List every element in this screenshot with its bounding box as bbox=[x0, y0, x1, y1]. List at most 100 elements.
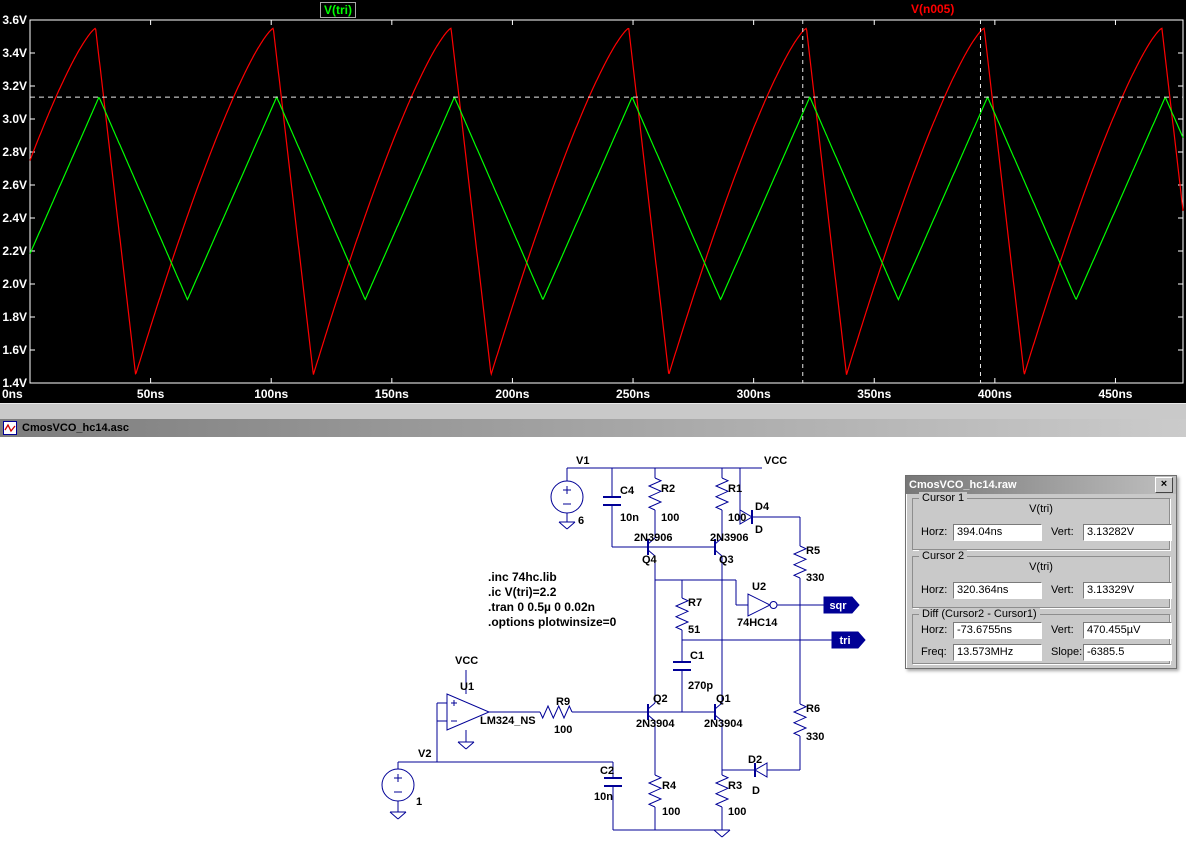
x-axis-tick-label[interactable]: 450ns bbox=[1098, 387, 1132, 401]
trace-V(tri)[interactable] bbox=[29, 95, 1184, 302]
ground-symbol[interactable] bbox=[389, 811, 407, 820]
schematic-text[interactable]: 74HC14 bbox=[737, 617, 778, 629]
y-axis-tick-label[interactable]: 2.0V bbox=[2, 277, 27, 291]
schematic-text[interactable]: 100 bbox=[728, 806, 746, 818]
x-axis-tick-label[interactable]: 0ns bbox=[2, 387, 23, 401]
schematic-text[interactable]: R2 bbox=[661, 483, 675, 495]
x-axis-tick-label[interactable]: 250ns bbox=[616, 387, 650, 401]
x-axis-tick-label[interactable]: 400ns bbox=[978, 387, 1012, 401]
schematic-text[interactable]: VCC bbox=[764, 455, 787, 467]
ground-symbol[interactable] bbox=[558, 521, 576, 530]
schematic-text[interactable]: 2N3906 bbox=[710, 532, 749, 544]
ground-symbol[interactable] bbox=[457, 741, 475, 750]
y-axis-tick-label[interactable]: 3.6V bbox=[2, 13, 27, 27]
y-axis-tick-label[interactable]: 2.4V bbox=[2, 211, 27, 225]
x-axis-tick-label[interactable]: 100ns bbox=[254, 387, 288, 401]
schematic-text[interactable]: 10n bbox=[620, 512, 639, 524]
schematic-text[interactable]: .inc 74hc.lib bbox=[488, 570, 557, 584]
schematic-text[interactable]: C4 bbox=[620, 485, 635, 497]
component-R3[interactable] bbox=[714, 774, 730, 808]
schematic-text[interactable]: 1 bbox=[416, 796, 422, 808]
schematic-text[interactable]: R9 bbox=[556, 696, 570, 708]
x-axis-tick-label[interactable]: 150ns bbox=[375, 387, 409, 401]
component-R1[interactable] bbox=[714, 477, 730, 511]
schematic-text[interactable]: 2N3904 bbox=[636, 718, 675, 730]
y-axis-tick-label[interactable]: 3.4V bbox=[2, 46, 27, 60]
schematic-text[interactable]: Q1 bbox=[716, 693, 731, 705]
schematic-text[interactable]: 6 bbox=[578, 515, 584, 527]
schematic-text[interactable]: D bbox=[755, 524, 763, 536]
schematic-text[interactable]: R5 bbox=[806, 545, 820, 557]
schematic-text[interactable]: Q3 bbox=[719, 554, 734, 566]
plot-frame bbox=[29, 19, 1184, 384]
component-R5[interactable] bbox=[792, 545, 808, 579]
schematic-text[interactable]: 100 bbox=[662, 806, 680, 818]
ground-symbol[interactable] bbox=[713, 829, 731, 838]
schematic-text[interactable]: Q4 bbox=[642, 554, 658, 566]
y-axis-tick-label[interactable]: 1.6V bbox=[2, 343, 27, 357]
schematic-text[interactable]: tri bbox=[840, 635, 851, 647]
schematic-text[interactable]: sqr bbox=[829, 600, 847, 612]
schematic-text[interactable]: 2N3904 bbox=[704, 718, 743, 730]
schematic-text[interactable]: 100 bbox=[661, 512, 679, 524]
schematic-text[interactable]: 330 bbox=[806, 731, 824, 743]
schematic-text[interactable]: D bbox=[752, 785, 760, 797]
x-axis-tick-label[interactable]: 50ns bbox=[137, 387, 165, 401]
component-V2[interactable] bbox=[381, 768, 415, 802]
component-R7[interactable] bbox=[674, 597, 690, 631]
schematic-text[interactable]: .tran 0 0.5µ 0 0.02n bbox=[488, 600, 595, 614]
y-axis-tick-label[interactable]: 2.6V bbox=[2, 178, 27, 192]
x-axis-tick-label[interactable]: 350ns bbox=[857, 387, 891, 401]
schematic-text[interactable]: C2 bbox=[600, 765, 614, 777]
schematic-text[interactable]: D4 bbox=[755, 501, 770, 513]
schematic-text[interactable]: R4 bbox=[662, 780, 677, 792]
component-R2[interactable] bbox=[647, 477, 663, 511]
close-icon[interactable]: × bbox=[1155, 477, 1173, 493]
diff-vert-field: 470.455µV bbox=[1083, 622, 1172, 639]
schematic-text[interactable]: V2 bbox=[418, 748, 431, 760]
cursor1-group: Cursor 1 V(tri) Horz: 394.04ns Vert: 3.1… bbox=[912, 492, 1172, 550]
schematic-text[interactable]: 2N3906 bbox=[634, 532, 673, 544]
schematic-text[interactable]: 330 bbox=[806, 572, 824, 584]
component-V1[interactable] bbox=[550, 480, 584, 514]
x-axis-tick-label[interactable]: 200ns bbox=[495, 387, 529, 401]
y-axis-tick-label[interactable]: 2.2V bbox=[2, 244, 27, 258]
component-U2[interactable] bbox=[747, 593, 780, 617]
schematic-text[interactable]: 270p bbox=[688, 680, 713, 692]
schematic-text[interactable]: 51 bbox=[688, 624, 700, 636]
schematic-text[interactable]: R1 bbox=[728, 483, 742, 495]
schematic-text[interactable]: 100 bbox=[728, 512, 746, 524]
y-axis-tick-label[interactable]: 2.8V bbox=[2, 145, 27, 159]
schematic-text[interactable]: .options plotwinsize=0 bbox=[488, 615, 617, 629]
schematic-text[interactable]: R7 bbox=[688, 597, 702, 609]
waveform-plot[interactable]: 1.4V1.6V1.8V2.0V2.2V2.4V2.6V2.8V3.0V3.2V… bbox=[0, 0, 1186, 403]
trace-label-vn005[interactable]: V(n005) bbox=[908, 2, 957, 16]
schematic-text[interactable]: V1 bbox=[576, 455, 589, 467]
schematic-text[interactable]: LM324_NS bbox=[480, 715, 536, 727]
trace-label-vtri[interactable]: V(tri) bbox=[320, 2, 356, 18]
component-R6[interactable] bbox=[792, 703, 808, 737]
schematic-text[interactable]: U1 bbox=[460, 681, 474, 693]
cursor2-vert-field: 3.13329V bbox=[1083, 582, 1172, 599]
schematic-text[interactable]: Q2 bbox=[653, 693, 668, 705]
y-axis-tick-label[interactable]: 3.2V bbox=[2, 79, 27, 93]
trace-V(n005)[interactable] bbox=[29, 27, 1184, 377]
schematic-text[interactable]: U2 bbox=[752, 581, 766, 593]
component-C1[interactable] bbox=[673, 661, 691, 671]
component-C2[interactable] bbox=[604, 777, 622, 787]
schematic-text[interactable]: .ic V(tri)=2.2 bbox=[488, 585, 557, 599]
y-axis-tick-label[interactable]: 3.0V bbox=[2, 112, 27, 126]
schematic-text[interactable]: 100 bbox=[554, 724, 572, 736]
y-axis-tick-label[interactable]: 1.8V bbox=[2, 310, 27, 324]
schematic-text[interactable]: 10n bbox=[594, 791, 613, 803]
schematic-text[interactable]: R6 bbox=[806, 703, 820, 715]
x-axis-tick-label[interactable]: 300ns bbox=[737, 387, 771, 401]
schematic-title-bar[interactable]: CmosVCO_hc14.asc bbox=[0, 419, 1186, 437]
schematic-text[interactable]: VCC bbox=[455, 655, 478, 667]
waveform-pane[interactable]: 1.4V 1.6V 1.8V 2.0V 2.2V 2.4V 2.6V 2.8V 3.0V 3.2V… bbox=[0, 0, 1186, 403]
schematic-text[interactable]: R3 bbox=[728, 780, 742, 792]
schematic-text[interactable]: D2 bbox=[748, 754, 762, 766]
component-R4[interactable] bbox=[647, 774, 663, 808]
component-C4[interactable] bbox=[603, 496, 621, 506]
schematic-text[interactable]: C1 bbox=[690, 650, 704, 662]
